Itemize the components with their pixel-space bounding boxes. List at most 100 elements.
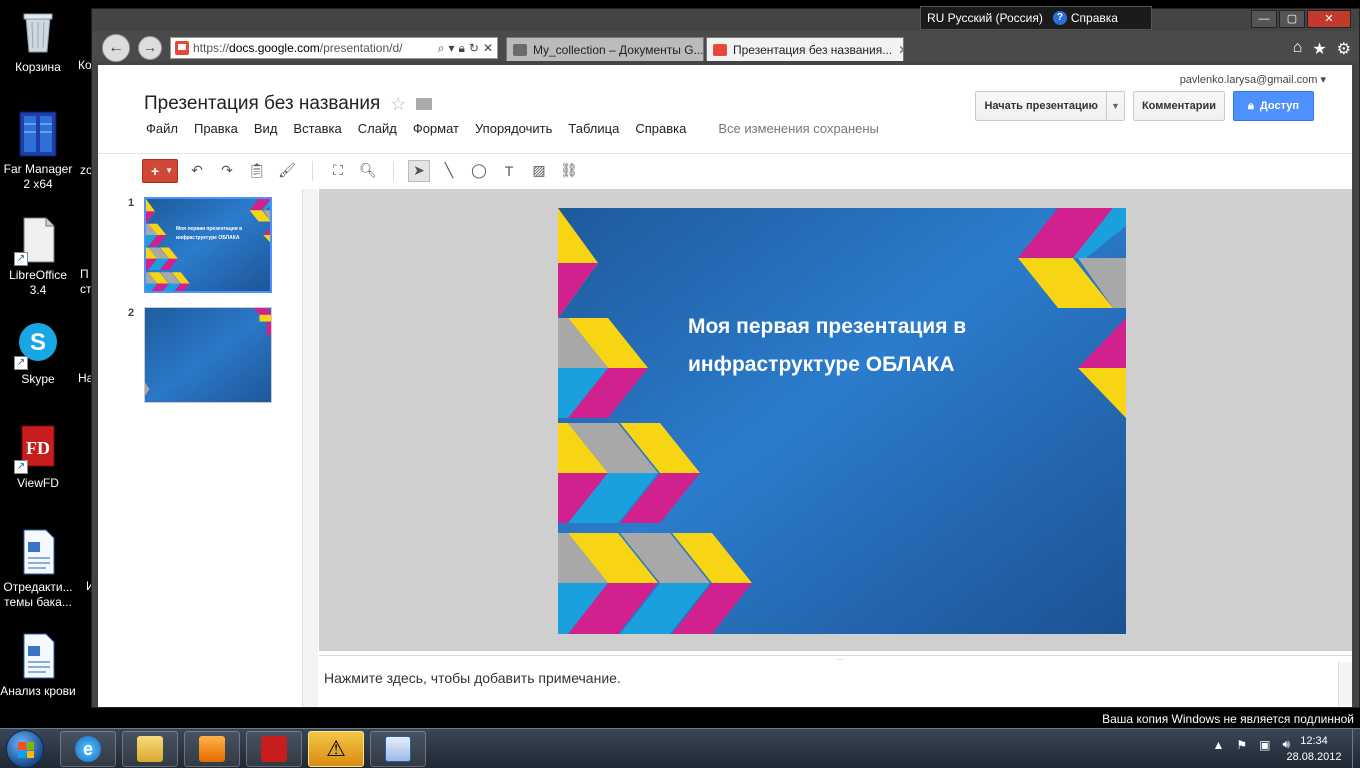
internet-explorer-icon: e — [75, 736, 101, 762]
menu-help[interactable]: Справка — [635, 121, 686, 136]
language-indicator[interactable]: RU Русский (Россия) — [927, 11, 1043, 25]
menu-slide[interactable]: Слайд — [358, 121, 397, 136]
slide-thumbnail-1[interactable]: Моя первая презентация в инфраструктуре … — [144, 197, 272, 293]
close-tab-icon[interactable]: ✕ — [898, 43, 903, 57]
notes-scrollbar[interactable] — [1338, 662, 1352, 706]
windows-activation-watermark: Ваша копия Windows не является подлинной — [1102, 712, 1354, 726]
redo-icon[interactable]: ↷ — [216, 160, 238, 182]
network-icon[interactable]: ▣ — [1259, 738, 1270, 752]
minimize-button[interactable]: — — [1251, 10, 1277, 28]
star-icon[interactable]: ☆ — [390, 94, 406, 115]
line-tool-icon[interactable]: ╲ — [438, 160, 460, 182]
window-controls: — ▢ ✕ — [1251, 10, 1351, 28]
new-slide-button[interactable]: + ▼ — [142, 158, 178, 183]
filmstrip-scrollbar[interactable] — [302, 189, 318, 707]
documents-favicon-icon — [513, 43, 527, 56]
notes-placeholder: Нажмите здесь, чтобы добавить примечание… — [324, 670, 621, 686]
comments-button[interactable]: Комментарии — [1132, 91, 1226, 121]
language-bar[interactable]: RU Русский (Россия) ? Справка — [920, 6, 1152, 30]
dropdown-icon[interactable]: ▾ — [448, 41, 454, 56]
menu-table[interactable]: Таблица — [568, 121, 619, 136]
desktop-icon-label: Корзина — [15, 60, 61, 74]
taskbar-word[interactable] — [370, 731, 426, 767]
zoom-fit-icon[interactable]: ⛶ — [327, 160, 349, 182]
desktop-icon-label: LibreOffice 3.4 — [9, 268, 67, 297]
far-manager-icon — [16, 110, 60, 158]
close-window-button[interactable]: ✕ — [1307, 10, 1351, 28]
menu-format[interactable]: Формат — [413, 121, 459, 136]
zoom-icon[interactable]: 🔍︎ — [357, 160, 379, 182]
favorites-star-icon[interactable]: ★ — [1312, 39, 1326, 59]
paint-format-icon[interactable]: 🖌︎ — [276, 160, 298, 182]
browser-toolbar: ← → https://docs.google.com/presentation… — [92, 31, 1359, 62]
home-icon[interactable]: ⌂ — [1293, 39, 1303, 59]
desktop-icon-edited-doc[interactable]: Отредакти... темы бака... — [0, 528, 76, 610]
settings-gear-icon[interactable]: ⚙ — [1337, 39, 1351, 59]
folder-icon[interactable] — [416, 98, 433, 110]
resize-grip-icon[interactable]: ··· — [836, 654, 845, 664]
shape-tool-icon[interactable]: ◯ — [468, 160, 490, 182]
shortcut-arrow-icon: ↗ — [14, 356, 28, 370]
taskbar-media-player[interactable] — [184, 731, 240, 767]
desktop-icon-skype[interactable]: S ↗ Skype — [0, 320, 76, 387]
desktop-icon-label: Анализ крови — [0, 684, 76, 698]
desktop-icon-blood-analysis[interactable]: Анализ крови — [0, 632, 76, 699]
desktop-icon-far-manager[interactable]: Far Manager 2 x64 — [0, 110, 76, 192]
clock[interactable]: 12:34 28.08.2012 — [1278, 733, 1350, 765]
menu-arrange[interactable]: Упорядочить — [475, 121, 552, 136]
desktop-icon-libreoffice[interactable]: ↗ LibreOffice 3.4 — [0, 216, 76, 298]
share-label: Доступ — [1259, 100, 1299, 112]
address-bar[interactable]: https://docs.google.com/presentation/d/ … — [170, 37, 498, 59]
menu-edit[interactable]: Правка — [194, 121, 238, 136]
refresh-icon[interactable]: ↻ — [469, 41, 479, 56]
chevron-down-icon[interactable]: ▼ — [1105, 92, 1124, 120]
slide-thumbnail-2[interactable] — [144, 307, 272, 403]
paste-icon[interactable]: 📋︎ — [246, 160, 268, 182]
help-button[interactable]: ? Справка — [1052, 11, 1118, 25]
maximize-button[interactable]: ▢ — [1279, 10, 1305, 28]
svg-text:FD: FD — [26, 438, 50, 458]
start-button[interactable] — [6, 730, 44, 768]
search-icon[interactable]: ⌕ — [438, 41, 445, 56]
select-pointer-icon[interactable]: ➤ — [408, 159, 430, 182]
stop-icon[interactable]: ✕ — [483, 41, 493, 56]
chevron-down-icon[interactable]: ▼ — [165, 166, 173, 175]
undo-icon[interactable]: ↶ — [186, 160, 208, 182]
slides-favicon-icon — [713, 43, 727, 56]
pdf-icon — [261, 736, 287, 762]
slide-title-text[interactable]: Моя первая презентация в инфраструктуре … — [688, 308, 1048, 384]
slide-1-editor[interactable]: Моя первая презентация в инфраструктуре … — [558, 208, 1126, 634]
account-menu[interactable]: pavlenko.larysa@gmail.com ▾ — [1180, 73, 1326, 86]
document-title[interactable]: Презентация без названия — [144, 93, 380, 115]
media-player-icon — [199, 736, 225, 762]
menu-file[interactable]: Файл — [146, 121, 178, 136]
menu-view[interactable]: Вид — [254, 121, 278, 136]
start-presentation-button[interactable]: Начать презентацию ▼ — [975, 91, 1125, 121]
slide-background — [558, 208, 1126, 634]
back-button[interactable]: ← — [102, 34, 130, 62]
browser-actions: ⌂ ★ ⚙ — [1293, 39, 1351, 59]
tab-presentation[interactable]: Презентация без названия... ✕ — [706, 37, 904, 61]
help-label: Справка — [1070, 11, 1118, 25]
taskbar-internet-explorer[interactable]: e — [60, 731, 116, 767]
taskbar-pdf-reader[interactable] — [246, 731, 302, 767]
show-desktop-button[interactable] — [1352, 729, 1360, 768]
desktop-icon-viewfd[interactable]: FD ↗ ViewFD — [0, 424, 76, 491]
image-icon[interactable]: ▨ — [528, 160, 550, 182]
desktop-icon-recycle-bin[interactable]: Корзина — [0, 8, 76, 75]
taskbar-warning-app[interactable]: ⚠ — [308, 731, 364, 767]
speaker-notes[interactable]: ··· Нажмите здесь, чтобы добавить примеч… — [319, 654, 1352, 707]
tab-my-collection[interactable]: My_collection – Документы G... — [506, 37, 704, 61]
show-hidden-icons-icon[interactable]: ▲ — [1212, 738, 1224, 752]
menu-insert[interactable]: Вставка — [293, 121, 341, 136]
forward-button[interactable]: → — [138, 36, 162, 60]
taskbar-explorer[interactable] — [122, 731, 178, 767]
action-center-flag-icon[interactable]: ⚑ — [1236, 738, 1247, 752]
save-status: Все изменения сохранены — [718, 121, 879, 136]
link-icon[interactable]: ⛓ — [558, 160, 580, 182]
browser-window: — ▢ ✕ ← → https://docs.google.com/presen… — [91, 8, 1360, 708]
svg-text:S: S — [30, 329, 46, 356]
share-button[interactable]: 🔒︎ Доступ — [1233, 91, 1314, 121]
top-actions: Начать презентацию ▼ Комментарии 🔒︎ Дост… — [975, 91, 1314, 121]
text-box-icon[interactable]: T — [498, 160, 520, 182]
